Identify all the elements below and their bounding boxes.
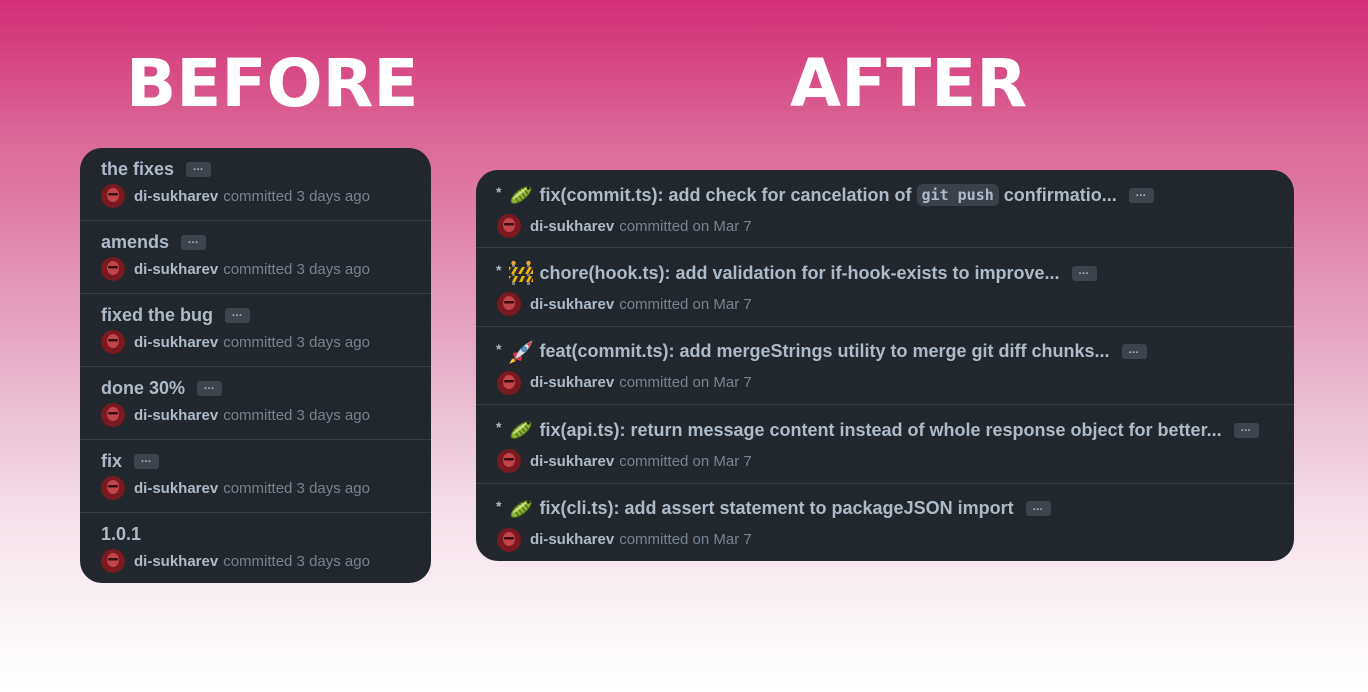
before-commit-list: the fixes … di-sukharev committed 3 days… [80,148,431,583]
expand-message-button[interactable]: … [1128,187,1154,203]
bullet: * [496,340,502,357]
commit-row: the fixes … di-sukharev committed 3 days… [80,148,431,221]
commit-message[interactable]: amends [101,232,169,253]
commit-message[interactable]: the fixes [101,159,174,180]
commit-time: committed 3 days ago [223,479,370,497]
commit-author[interactable]: di-sukharev [134,334,218,351]
avatar[interactable] [101,476,125,500]
expand-message-button[interactable]: … [1025,501,1051,517]
commit-author[interactable]: di-sukharev [134,480,218,497]
bullet: * [496,419,502,436]
commit-time: committed 3 days ago [223,406,370,424]
commit-message[interactable]: 1.0.1 [101,524,141,545]
commit-row: * feat(commit.ts): add mergeStrings util… [476,327,1294,406]
avatar[interactable] [497,214,521,238]
commit-time: committed 3 days ago [223,333,370,351]
commit-message[interactable]: fixed the bug [101,305,213,326]
expand-message-button[interactable]: … [1071,265,1097,281]
avatar[interactable] [497,527,521,552]
commit-time: committed on Mar 7 [619,531,752,549]
inline-code: git push [916,184,999,206]
commit-author[interactable]: di-sukharev [530,296,614,313]
expand-message-button[interactable]: … [181,234,207,250]
commit-author[interactable]: di-sukharev [134,261,218,278]
expand-message-button[interactable]: … [134,453,160,469]
commit-row: * fix(commit.ts): add check for cancelat… [476,170,1294,249]
expand-message-button[interactable]: … [197,380,223,396]
bug-emoji-icon [507,416,535,444]
bullet: * [496,184,502,200]
bullet: * [496,497,502,514]
bug-emoji-icon [507,181,535,209]
avatar[interactable] [497,292,521,317]
commit-author[interactable]: di-sukharev [530,453,614,470]
commit-message[interactable]: fix(api.ts): return message content inst… [539,420,1221,441]
commit-message[interactable]: done 30% [101,378,185,399]
commit-time: committed 3 days ago [223,552,370,570]
after-heading: AFTER [790,45,1028,122]
before-heading: BEFORE [126,45,419,122]
expand-message-button[interactable]: … [186,161,212,177]
commit-author[interactable]: di-sukharev [530,218,614,235]
commit-author[interactable]: di-sukharev [530,531,614,548]
commit-row: 1.0.1 di-sukharev committed 3 days ago [80,513,431,583]
commit-message[interactable]: fix(cli.ts): add assert statement to pac… [539,498,1013,519]
expand-message-button[interactable]: … [225,307,250,323]
commit-row: amends … di-sukharev committed 3 days ag… [80,221,431,294]
commit-message[interactable]: fix(commit.ts): add check for cancelatio… [539,185,911,206]
commit-time: committed 3 days ago [223,187,370,205]
avatar[interactable] [497,449,521,474]
commit-row: done 30% … di-sukharev committed 3 days … [80,367,431,440]
avatar[interactable] [101,549,125,573]
commit-message[interactable]: chore(hook.ts): add validation for if-ho… [539,263,1059,284]
avatar[interactable] [101,403,125,427]
commit-time: committed on Mar 7 [619,295,752,313]
bullet: * [496,262,502,279]
commit-author[interactable]: di-sukharev [134,188,218,205]
expand-message-button[interactable]: … [1233,422,1259,438]
commit-author[interactable]: di-sukharev [134,407,218,424]
commit-row: fixed the bug … di-sukharev committed 3 … [80,294,431,367]
commit-message-tail[interactable]: confirmatio... [1004,185,1117,206]
expand-message-button[interactable]: … [1121,344,1147,360]
commit-row: * fix(cli.ts): add assert statement to p… [476,484,1294,561]
commit-message[interactable]: fix [101,451,122,472]
avatar[interactable] [101,330,125,354]
commit-time: committed on Mar 7 [619,217,752,235]
rocket-emoji-icon [507,338,535,366]
avatar[interactable] [101,184,125,208]
bug-emoji-icon [507,495,535,523]
commit-row: * chore(hook.ts): add validation for if-… [476,248,1294,327]
commit-message[interactable]: feat(commit.ts): add mergeStrings utilit… [539,341,1109,362]
commit-author[interactable]: di-sukharev [530,374,614,391]
commit-time: committed on Mar 7 [619,452,752,470]
commit-time: committed 3 days ago [223,260,370,278]
commit-row: fix … di-sukharev committed 3 days ago [80,440,431,513]
commit-row: * fix(api.ts): return message content in… [476,405,1294,484]
avatar[interactable] [497,370,521,395]
avatar[interactable] [101,257,125,281]
commit-author[interactable]: di-sukharev [134,553,218,570]
after-commit-list: * fix(commit.ts): add check for cancelat… [476,170,1294,561]
construction-emoji-icon [507,259,535,287]
commit-time: committed on Mar 7 [619,374,752,392]
